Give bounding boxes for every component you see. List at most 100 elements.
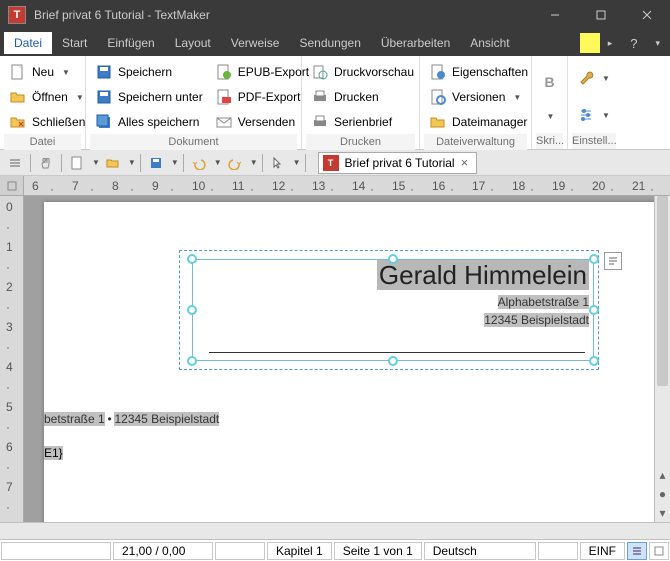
epub-icon — [216, 64, 232, 80]
handle-s[interactable] — [388, 356, 398, 366]
qat-hand-tool[interactable] — [35, 152, 57, 174]
vscroll-thumb[interactable] — [657, 196, 668, 386]
qat-pointer-dd[interactable]: ▼ — [293, 158, 301, 167]
tab-sendungen[interactable]: Sendungen — [289, 32, 370, 54]
tab-overflow-icon[interactable]: ▸ — [602, 38, 619, 49]
sender-street[interactable]: Alphabetstraße 1 — [498, 295, 589, 309]
mailmerge-button[interactable]: Serienbrief — [306, 110, 415, 134]
handle-ne[interactable] — [589, 254, 599, 264]
send-button[interactable]: Versenden — [210, 110, 315, 134]
next-page-icon[interactable]: ▾ — [659, 506, 665, 520]
epub-export-button[interactable]: EPUB-Export — [210, 60, 315, 84]
sender-name[interactable]: Gerald Himmelein — [377, 260, 589, 290]
sender-city[interactable]: 12345 Beispielstadt — [484, 313, 589, 327]
handle-e[interactable] — [589, 305, 599, 315]
close-button[interactable] — [624, 0, 670, 30]
minimize-button[interactable] — [532, 0, 578, 30]
open-button[interactable]: Öffnen▼ — [4, 85, 81, 109]
horizontal-ruler[interactable]: 6·7·8·9·10·11·12·13·14·15·16·17·18·19·20… — [0, 176, 670, 196]
ruler-corner[interactable] — [0, 176, 24, 195]
handle-nw[interactable] — [187, 254, 197, 264]
maximize-button[interactable] — [578, 0, 624, 30]
body-address-line[interactable]: betstraße 1 • 12345 Beispielstadt — [44, 412, 219, 426]
new-button[interactable]: Neu▼ — [4, 60, 81, 84]
doc-tab-close[interactable]: × — [455, 155, 475, 170]
tab-einfuegen[interactable]: Einfügen — [97, 32, 164, 54]
status-position[interactable]: 21,00 / 0,00 — [113, 542, 213, 560]
save-all-button[interactable]: Alles speichern — [90, 110, 209, 134]
qat-open[interactable] — [102, 152, 124, 174]
save-as-button[interactable]: Speichern unter — [90, 85, 209, 109]
document-tab[interactable]: T Brief privat 6 Tutorial × — [318, 152, 478, 174]
doc-tab-title: Brief privat 6 Tutorial — [345, 156, 455, 170]
handle-se[interactable] — [589, 356, 599, 366]
properties-button[interactable]: Eigenschaften — [424, 60, 527, 84]
help-button[interactable]: ? — [618, 36, 649, 51]
status-page[interactable]: Seite 1 von 1 — [334, 542, 422, 560]
filemanager-button[interactable]: Dateimanager — [424, 110, 527, 134]
vertical-scrollbar[interactable]: ▴ ● ▾ — [654, 196, 670, 522]
vertical-ruler[interactable]: 0·1·2·3·4·5·6·7· — [0, 196, 24, 522]
mailmerge-icon — [312, 114, 328, 130]
help-dropdown-icon[interactable]: ▾ — [649, 38, 666, 49]
save-all-icon — [96, 114, 112, 130]
hscroll-track[interactable] — [26, 524, 652, 538]
status-extra — [215, 542, 265, 560]
tab-datei[interactable]: Datei — [4, 32, 52, 54]
qat-redo-dd[interactable]: ▼ — [250, 158, 258, 167]
handle-w[interactable] — [187, 305, 197, 315]
pdf-export-button[interactable]: PDF-Export — [210, 85, 315, 109]
qat-pointer[interactable] — [267, 152, 289, 174]
qat-open-dd[interactable]: ▼ — [128, 158, 136, 167]
tab-layout[interactable]: Layout — [165, 32, 221, 54]
versions-button[interactable]: Versionen▼ — [424, 85, 527, 109]
qat-redo[interactable] — [224, 152, 246, 174]
handle-n[interactable] — [388, 254, 398, 264]
qat-undo-dd[interactable]: ▼ — [214, 158, 222, 167]
workspace: 0·1·2·3·4·5·6·7· Gerald Himmelein Alphab… — [0, 196, 670, 522]
save-button[interactable]: Speichern — [90, 60, 209, 84]
print-button[interactable]: Drucken — [306, 85, 415, 109]
title-bar: T Brief privat 6 Tutorial - TextMaker — [0, 0, 670, 30]
status-chapter[interactable]: Kapitel 1 — [267, 542, 332, 560]
status-insert-mode[interactable]: EINF — [580, 542, 625, 560]
qat-undo[interactable] — [188, 152, 210, 174]
status-blank — [538, 542, 578, 560]
goto-page-icon[interactable]: ● — [659, 487, 666, 501]
qat-save-dd[interactable]: ▼ — [171, 158, 179, 167]
page-area[interactable]: Gerald Himmelein Alphabetstraße 1 12345 … — [24, 196, 654, 522]
tab-start[interactable]: Start — [52, 32, 97, 54]
body-field-code[interactable]: E1} — [44, 446, 63, 460]
customize-button[interactable]: ▼ — [576, 66, 612, 90]
group-label-skript: Skri... — [536, 133, 563, 149]
tab-verweise[interactable]: Verweise — [221, 32, 290, 54]
page[interactable]: Gerald Himmelein Alphabetstraße 1 12345 … — [44, 202, 654, 522]
qat-new[interactable] — [66, 152, 88, 174]
doc-tab-icon: T — [323, 155, 339, 171]
highlight-indicator[interactable] — [580, 33, 600, 53]
view-normal-button[interactable] — [627, 542, 647, 560]
qat-new-dd[interactable]: ▼ — [92, 158, 100, 167]
handle-sw[interactable] — [187, 356, 197, 366]
properties-icon — [430, 64, 446, 80]
qat-save[interactable] — [145, 152, 167, 174]
text-frame[interactable]: Gerald Himmelein Alphabetstraße 1 12345 … — [179, 250, 599, 370]
text-frame-inner[interactable]: Gerald Himmelein Alphabetstraße 1 12345 … — [192, 259, 594, 361]
horizontal-scrollbar[interactable] — [0, 522, 670, 539]
tab-ansicht[interactable]: Ansicht — [460, 32, 519, 54]
close-doc-button[interactable]: Schließen — [4, 110, 81, 134]
tab-ueberarbeiten[interactable]: Überarbeiten — [371, 32, 460, 54]
pdf-icon — [216, 89, 232, 105]
group-label-drucken: Drucken — [306, 134, 415, 150]
sliders-icon — [578, 107, 594, 123]
prev-page-icon[interactable]: ▴ — [659, 468, 665, 482]
view-other-button[interactable] — [649, 542, 669, 560]
preview-icon — [312, 64, 328, 80]
options-button[interactable]: ▼ — [576, 103, 612, 127]
print-preview-button[interactable]: Druckvorschau — [306, 60, 415, 84]
status-language[interactable]: Deutsch — [424, 542, 536, 560]
qat-hamburger[interactable] — [4, 152, 26, 174]
anchor-icon[interactable] — [604, 252, 622, 270]
script-button[interactable]: B ▼ — [536, 66, 564, 125]
save-as-icon — [96, 89, 112, 105]
